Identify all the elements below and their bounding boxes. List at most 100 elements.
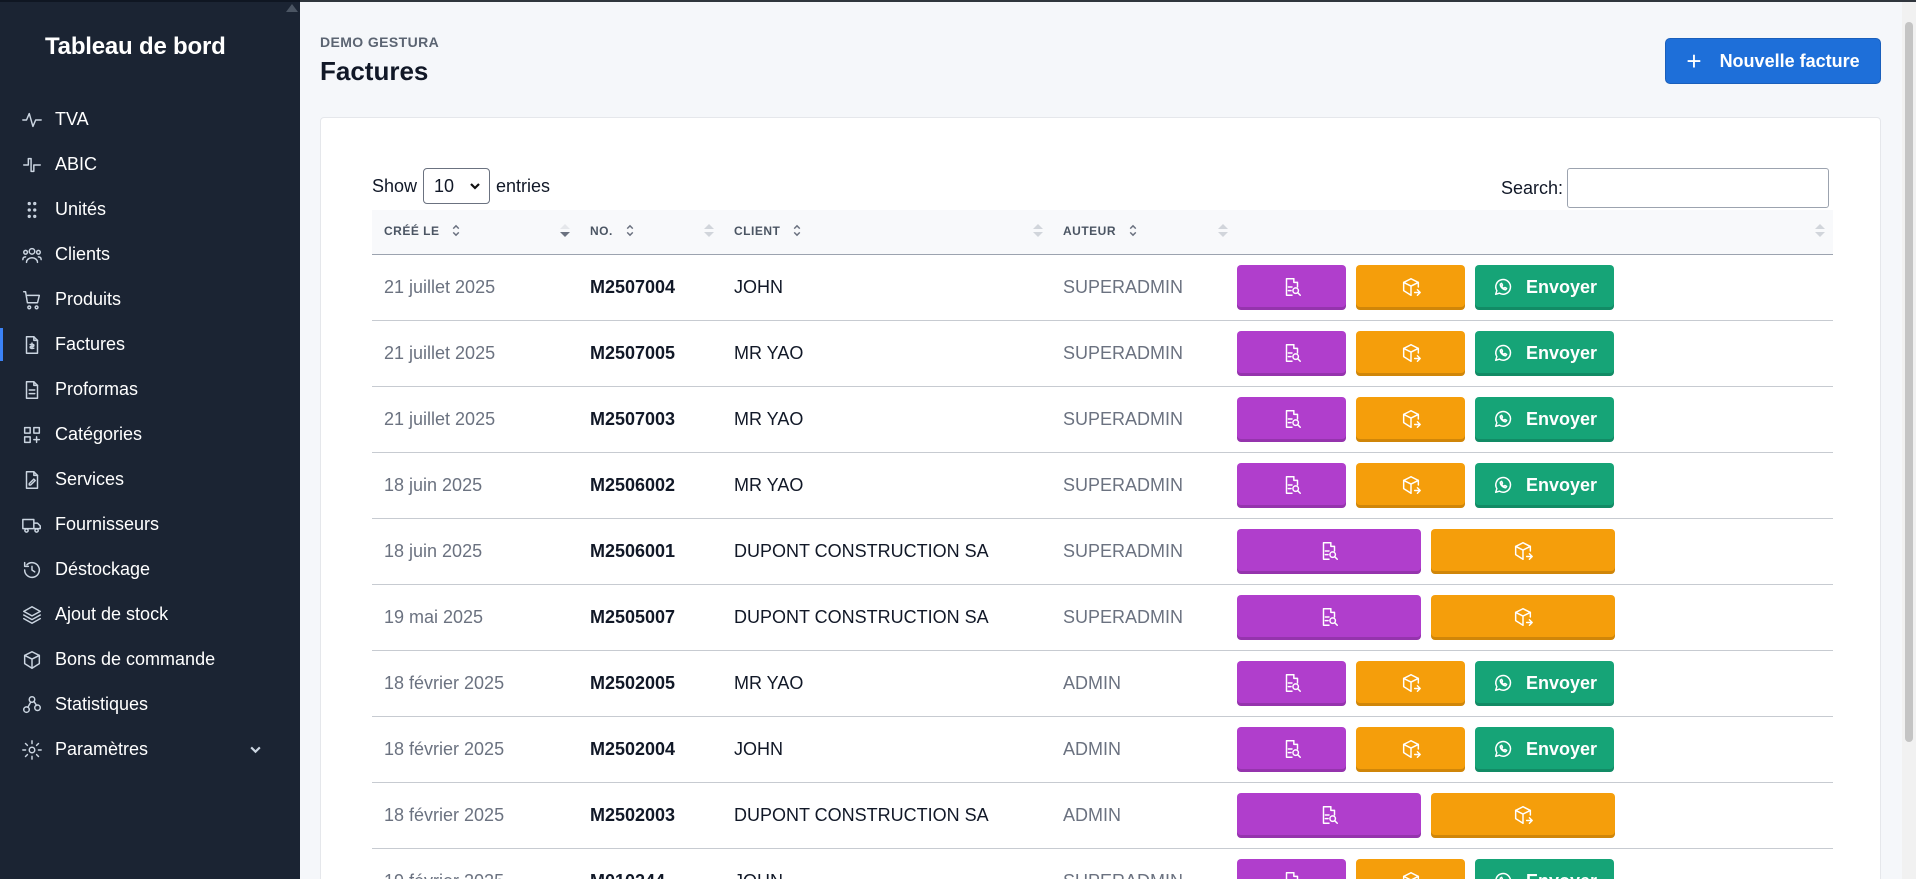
row-actions: Envoyer	[1236, 858, 1833, 879]
send-whatsapp-button[interactable]: Envoyer	[1475, 396, 1614, 442]
package-icon	[1400, 738, 1422, 760]
view-invoice-button[interactable]	[1237, 594, 1421, 640]
delivery-button[interactable]	[1356, 396, 1465, 442]
send-label: Envoyer	[1525, 342, 1598, 363]
search-input[interactable]	[1567, 168, 1829, 208]
view-invoice-button[interactable]	[1237, 462, 1346, 508]
send-whatsapp-button[interactable]: Envoyer	[1475, 264, 1614, 310]
view-invoice-button[interactable]	[1237, 792, 1421, 838]
cell-number: M2507003	[590, 408, 676, 429]
sidebar-item-services[interactable]: Services	[0, 457, 300, 502]
cell-created: 21 juillet 2025	[384, 342, 496, 363]
delivery-button[interactable]	[1356, 660, 1465, 706]
sidebar-top-border	[0, 0, 300, 2]
view-document-icon	[1281, 672, 1303, 694]
cell-client: MR YAO	[734, 474, 804, 495]
delivery-button[interactable]	[1431, 528, 1615, 574]
send-whatsapp-button[interactable]: Envoyer	[1475, 858, 1614, 879]
sidebar-item-categories[interactable]: Catégories	[0, 412, 300, 457]
view-document-icon	[1281, 738, 1303, 760]
delivery-button[interactable]	[1431, 792, 1615, 838]
view-invoice-button[interactable]	[1237, 528, 1421, 574]
sidebar-item-unites[interactable]: Unités	[0, 187, 300, 232]
search-control: Search:	[1501, 168, 1829, 208]
sidebar-item-parametres[interactable]: Paramètres	[0, 727, 300, 772]
row-actions: Envoyer	[1236, 264, 1833, 310]
delivery-button[interactable]	[1356, 858, 1465, 879]
new-invoice-button[interactable]: + Nouvelle facture	[1665, 38, 1881, 84]
page-size-value: 10	[434, 175, 455, 196]
cell-actions: Envoyer	[1236, 650, 1833, 716]
cell-created: 19 mai 2025	[384, 606, 484, 627]
send-whatsapp-button[interactable]: Envoyer	[1475, 660, 1614, 706]
view-invoice-button[interactable]	[1237, 396, 1346, 442]
table-row: 21 juillet 2025 M2507005 MR YAO SUPERADMIN E…	[372, 320, 1833, 386]
activity-icon	[20, 108, 44, 132]
sidebar-scroll-up-arrow[interactable]	[286, 4, 298, 12]
cell-author: SUPERADMIN	[1063, 342, 1184, 363]
sidebar-item-ajout-stock[interactable]: Ajout de stock	[0, 592, 300, 637]
column-created[interactable]: CRÉÉ LE	[372, 210, 578, 255]
cell-actions: Envoyer	[1236, 716, 1833, 782]
delivery-button[interactable]	[1356, 462, 1465, 508]
send-whatsapp-button[interactable]: Envoyer	[1475, 330, 1614, 376]
plus-icon: +	[1686, 46, 1702, 76]
view-invoice-button[interactable]	[1237, 858, 1346, 879]
view-invoice-button[interactable]	[1237, 330, 1346, 376]
view-invoice-button[interactable]	[1237, 726, 1346, 772]
pulse-icon	[20, 153, 44, 177]
cell-client: MR YAO	[734, 408, 804, 429]
cell-created: 18 février 2025	[384, 804, 505, 825]
sidebar-item-factures[interactable]: Factures	[0, 322, 300, 367]
page-title: Factures	[320, 56, 429, 86]
cell-author: SUPERADMIN	[1063, 606, 1184, 627]
sidebar-item-clients[interactable]: Clients	[0, 232, 300, 277]
page-size-select[interactable]: 10	[423, 168, 491, 204]
package-icon	[1400, 342, 1422, 364]
view-invoice-button[interactable]	[1237, 264, 1346, 310]
send-label: Envoyer	[1525, 474, 1598, 495]
sidebar-item-produits[interactable]: Produits	[0, 277, 300, 322]
send-whatsapp-button[interactable]: Envoyer	[1475, 462, 1614, 508]
delivery-button[interactable]	[1356, 330, 1465, 376]
scrollbar-thumb[interactable]	[1905, 22, 1913, 742]
table-header-row: CRÉÉ LE NO. CLIENT AUTEUR	[372, 210, 1833, 255]
table-row: 21 juillet 2025 M2507004 JOHN SUPERADMIN Env…	[372, 254, 1833, 320]
sidebar-item-bons-commande[interactable]: Bons de commande	[0, 637, 300, 682]
sidebar-item-proformas[interactable]: Proformas	[0, 367, 300, 412]
show-label: Show	[372, 175, 418, 196]
sort-indicator	[1218, 224, 1228, 237]
sidebar-item-destockage[interactable]: Déstockage	[0, 547, 300, 592]
whatsapp-icon	[1492, 672, 1526, 694]
view-invoice-button[interactable]	[1237, 660, 1346, 706]
column-client[interactable]: CLIENT	[722, 210, 1051, 255]
send-label: Envoyer	[1525, 672, 1598, 693]
page-scrollbar[interactable]	[1902, 2, 1916, 879]
column-actions[interactable]	[1236, 210, 1833, 255]
cell-number: M2506002	[590, 474, 676, 495]
view-document-icon	[1281, 474, 1303, 496]
cell-created: 19 février 2025	[372, 848, 578, 879]
cell-number: M2507004	[590, 276, 676, 297]
sidebar-item-tva[interactable]: TVA	[0, 97, 300, 142]
sidebar-title[interactable]: Tableau de bord	[45, 33, 226, 61]
chart-nodes-icon	[20, 693, 44, 717]
delivery-button[interactable]	[1356, 726, 1465, 772]
delivery-button[interactable]	[1356, 264, 1465, 310]
package-icon	[1512, 804, 1534, 826]
new-invoice-label: Nouvelle facture	[1719, 50, 1860, 71]
send-label: Envoyer	[1525, 408, 1598, 429]
delivery-button[interactable]	[1431, 594, 1615, 640]
send-label: Envoyer	[1525, 276, 1598, 297]
chevron-down-icon[interactable]	[249, 743, 262, 761]
sidebar-item-abic[interactable]: ABIC	[0, 142, 300, 187]
cell-created: 18 février 2025	[384, 738, 505, 759]
sidebar-item-fournisseurs[interactable]: Fournisseurs	[0, 502, 300, 547]
sidebar-item-statistiques[interactable]: Statistiques	[0, 682, 300, 727]
send-whatsapp-button[interactable]: Envoyer	[1475, 726, 1614, 772]
column-author[interactable]: AUTEUR	[1051, 210, 1236, 255]
sort-indicator	[1815, 224, 1825, 237]
column-no[interactable]: NO.	[578, 210, 722, 255]
cell-author: SUPERADMIN	[1063, 276, 1184, 297]
cell-actions	[1236, 518, 1833, 584]
